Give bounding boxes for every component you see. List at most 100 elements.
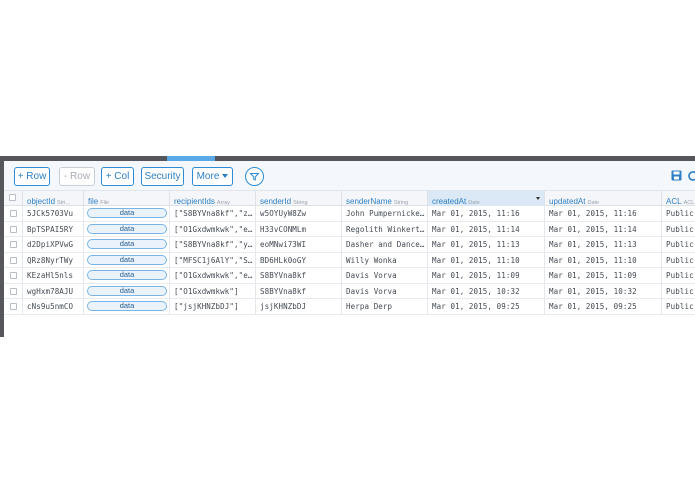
recipientids-cell[interactable]: ["S8BYVna8kf","z… bbox=[170, 206, 256, 221]
column-header-recipientids[interactable]: recipientIds Array bbox=[170, 191, 256, 206]
createdat-cell[interactable]: Mar 01, 2015, 10:32 bbox=[428, 283, 545, 298]
column-header-updatedat[interactable]: updatedAt Date bbox=[545, 191, 662, 206]
remove-row-button[interactable]: - Row bbox=[59, 167, 95, 186]
filter-button[interactable] bbox=[245, 167, 264, 186]
file-cell[interactable]: data bbox=[84, 237, 170, 252]
file-cell[interactable]: data bbox=[84, 252, 170, 267]
sendername-cell[interactable]: Regolith Winkert… bbox=[342, 221, 428, 236]
recipientids-cell[interactable]: ["jsjKHNZbDJ"] bbox=[170, 299, 256, 314]
createdat-cell[interactable]: Mar 01, 2015, 11:10 bbox=[428, 252, 545, 267]
row-checkbox[interactable] bbox=[10, 210, 17, 217]
column-header-createdat[interactable]: createdAt Date bbox=[428, 191, 545, 206]
acl-cell[interactable]: Public bbox=[662, 206, 695, 221]
createdat-cell[interactable]: Mar 01, 2015, 11:09 bbox=[428, 268, 545, 283]
acl-cell[interactable]: Public bbox=[662, 253, 695, 268]
objectid-cell[interactable]: 5JCk5703Vu bbox=[23, 206, 84, 221]
sort-descending-icon[interactable] bbox=[536, 197, 540, 200]
table-row[interactable]: d2DpiXPVwG data ["S8BYVna8kf","y… eoMNwi73W… bbox=[4, 237, 695, 253]
objectid-cell[interactable]: cNs9u5nmCO bbox=[23, 299, 84, 314]
row-checkbox[interactable] bbox=[10, 303, 17, 310]
file-link[interactable]: data bbox=[87, 208, 167, 218]
recipientids-cell[interactable]: ["O1Gxdwmkwk","e… bbox=[170, 268, 256, 283]
row-select-cell[interactable] bbox=[4, 206, 23, 221]
updatedat-cell[interactable]: Mar 01, 2015, 11:09 bbox=[545, 268, 662, 283]
recipientids-cell[interactable]: ["MFSC1j6AlY","S… bbox=[170, 252, 256, 267]
row-select-cell[interactable] bbox=[4, 299, 23, 314]
file-link[interactable]: data bbox=[87, 270, 167, 280]
add-row-button[interactable]: + Row bbox=[14, 167, 50, 186]
sendername-cell[interactable]: Davis Vorva bbox=[342, 283, 428, 298]
file-cell[interactable]: data bbox=[84, 206, 170, 221]
row-select-cell[interactable] bbox=[4, 268, 23, 283]
acl-cell[interactable]: Public bbox=[662, 237, 695, 252]
updatedat-cell[interactable]: Mar 01, 2015, 10:32 bbox=[545, 283, 662, 298]
add-column-button[interactable]: + Col bbox=[101, 167, 134, 186]
createdat-cell[interactable]: Mar 01, 2015, 09:25 bbox=[428, 299, 545, 314]
table-row[interactable]: 5JCk5703Vu data ["S8BYVna8kf","z… w5OYUyW8Z… bbox=[4, 206, 695, 222]
column-header-objectid[interactable]: objectId Stri… bbox=[23, 191, 84, 206]
row-select-cell[interactable] bbox=[4, 221, 23, 236]
row-checkbox[interactable] bbox=[10, 256, 17, 264]
sendername-cell[interactable]: Willy Wonka bbox=[342, 252, 428, 267]
acl-cell[interactable]: Public bbox=[662, 299, 695, 314]
refresh-icon[interactable] bbox=[687, 170, 695, 182]
objectid-cell[interactable]: BpTSPAI5RY bbox=[23, 221, 84, 236]
column-header-sendername[interactable]: senderName String bbox=[342, 191, 428, 206]
row-checkbox[interactable] bbox=[10, 287, 17, 295]
row-checkbox[interactable] bbox=[10, 225, 17, 233]
updatedat-cell[interactable]: Mar 01, 2015, 09:25 bbox=[545, 299, 662, 314]
column-header-acl[interactable]: ACL ACL bbox=[662, 191, 695, 206]
select-all-cell[interactable] bbox=[4, 191, 23, 206]
objectid-cell[interactable]: QRz8NyrTWy bbox=[23, 252, 84, 267]
row-select-cell[interactable] bbox=[4, 252, 23, 267]
file-cell[interactable]: data bbox=[84, 221, 170, 236]
objectid-cell[interactable]: d2DpiXPVwG bbox=[23, 237, 84, 252]
acl-cell[interactable]: Public bbox=[662, 284, 695, 299]
createdat-cell[interactable]: Mar 01, 2015, 11:13 bbox=[428, 237, 545, 252]
recipientids-cell[interactable]: ["S8BYVna8kf","y… bbox=[170, 237, 256, 252]
file-link[interactable]: data bbox=[87, 239, 167, 249]
table-row[interactable]: cNs9u5nmCO data ["jsjKHNZbDJ"] jsjKHNZbDJ He… bbox=[4, 299, 695, 315]
sendername-cell[interactable]: John Pumpernicke… bbox=[342, 206, 428, 221]
updatedat-cell[interactable]: Mar 01, 2015, 11:13 bbox=[545, 237, 662, 252]
file-link[interactable]: data bbox=[87, 223, 167, 234]
senderid-cell[interactable]: eoMNwi73WI bbox=[256, 237, 342, 252]
sendername-cell[interactable]: Dasher and Dance… bbox=[342, 237, 428, 252]
table-row[interactable]: QRz8NyrTWy data ["MFSC1j6AlY","S… BD6HLk0oG… bbox=[4, 252, 695, 268]
column-header-senderid[interactable]: senderId String bbox=[256, 191, 342, 206]
table-row[interactable]: KEzaHl5nls data ["O1Gxdwmkwk","e… S8BYVna8k… bbox=[4, 268, 695, 284]
file-cell[interactable]: data bbox=[84, 299, 170, 314]
file-link[interactable]: data bbox=[87, 285, 167, 296]
senderid-cell[interactable]: H33vCONMLm bbox=[256, 221, 342, 236]
row-select-cell[interactable] bbox=[4, 283, 23, 298]
recipientids-cell[interactable]: ["O1Gxdwmkwk","e… bbox=[170, 221, 256, 236]
file-cell[interactable]: data bbox=[84, 268, 170, 283]
table-row[interactable]: BpTSPAI5RY data ["O1Gxdwmkwk","e… H33vCONML… bbox=[4, 221, 695, 237]
select-all-checkbox[interactable] bbox=[9, 194, 16, 201]
objectid-cell[interactable]: KEzaHl5nls bbox=[23, 268, 84, 283]
senderid-cell[interactable]: BD6HLk0oGY bbox=[256, 252, 342, 267]
more-menu-button[interactable]: More bbox=[192, 167, 233, 186]
table-row[interactable]: wgHxm78AJU data ["O1Gxdwmkwk"] S8BYVna8kf Da… bbox=[4, 283, 695, 299]
acl-cell[interactable]: Public bbox=[662, 222, 695, 237]
senderid-cell[interactable]: S8BYVna8kf bbox=[256, 268, 342, 283]
updatedat-cell[interactable]: Mar 01, 2015, 11:16 bbox=[545, 206, 662, 221]
file-link[interactable]: data bbox=[87, 301, 167, 311]
recipientids-cell[interactable]: ["O1Gxdwmkwk"] bbox=[170, 283, 256, 298]
sendername-cell[interactable]: Davis Vorva bbox=[342, 268, 428, 283]
createdat-cell[interactable]: Mar 01, 2015, 11:16 bbox=[428, 206, 545, 221]
updatedat-cell[interactable]: Mar 01, 2015, 11:14 bbox=[545, 221, 662, 236]
file-cell[interactable]: data bbox=[84, 283, 170, 298]
row-checkbox[interactable] bbox=[10, 241, 17, 248]
senderid-cell[interactable]: S8BYVna8kf bbox=[256, 283, 342, 298]
updatedat-cell[interactable]: Mar 01, 2015, 11:10 bbox=[545, 252, 662, 267]
file-link[interactable]: data bbox=[87, 254, 167, 265]
acl-cell[interactable]: Public bbox=[662, 268, 695, 283]
row-checkbox[interactable] bbox=[10, 272, 17, 279]
senderid-cell[interactable]: w5OYUyW8Zw bbox=[256, 206, 342, 221]
createdat-cell[interactable]: Mar 01, 2015, 11:14 bbox=[428, 221, 545, 236]
save-icon[interactable] bbox=[671, 170, 682, 181]
column-header-file[interactable]: file File bbox=[84, 191, 170, 206]
objectid-cell[interactable]: wgHxm78AJU bbox=[23, 283, 84, 298]
security-button[interactable]: Security bbox=[141, 167, 184, 186]
